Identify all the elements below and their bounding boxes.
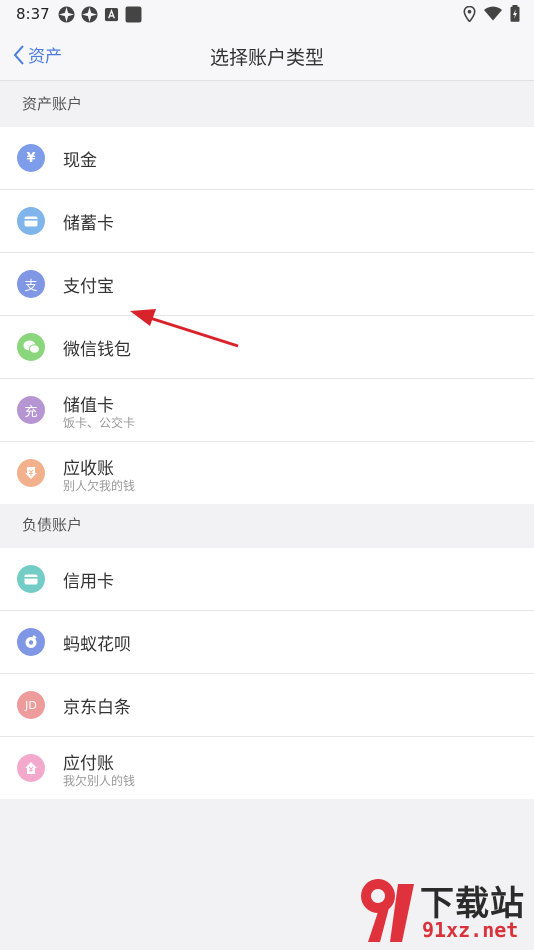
account-type-subtitle: 别人欠我的钱 <box>63 479 136 493</box>
asset-account-list: ¥ 现金 储蓄卡 支 支付宝 微信钱包 充 储值卡 饭卡、公交卡 应收账 别人欠… <box>0 127 534 504</box>
account-type-receivable[interactable]: 应收账 别人欠我的钱 <box>0 442 534 504</box>
huabei-icon <box>17 628 45 656</box>
account-type-huabei[interactable]: 蚂蚁花呗 <box>0 611 534 674</box>
card-icon <box>17 207 45 235</box>
liability-account-list: 信用卡 蚂蚁花呗 JD 京东白条 应付账 我欠别人的钱 <box>0 548 534 799</box>
account-type-title: 信用卡 <box>63 572 114 592</box>
credit-card-icon <box>17 565 45 593</box>
account-type-title: 现金 <box>63 151 97 171</box>
account-type-jd-baitiao[interactable]: JD 京东白条 <box>0 674 534 737</box>
recharge-icon: 充 <box>17 396 45 424</box>
account-type-title: 应付账 <box>63 754 114 774</box>
wechat-icon <box>17 333 45 361</box>
account-type-title: 应收账 <box>63 459 114 479</box>
payable-icon <box>17 754 45 782</box>
watermark-domain: 91xz.net <box>422 918 519 942</box>
account-type-title: 微信钱包 <box>63 340 131 360</box>
status-bar: 8:37 <box>0 0 534 28</box>
system-icons <box>463 5 520 22</box>
account-type-title: 支付宝 <box>63 277 114 297</box>
account-type-title: 储蓄卡 <box>63 214 114 234</box>
section-header-assets: 资产账户 <box>22 95 83 113</box>
recharge-glyph: 充 <box>24 404 38 420</box>
account-type-subtitle: 我欠别人的钱 <box>63 774 136 788</box>
alipay-icon: 支 <box>17 270 45 298</box>
watermark: 下载站 91xz.net <box>358 876 528 946</box>
receivable-icon <box>17 459 45 487</box>
account-type-subtitle: 饭卡、公交卡 <box>63 416 136 430</box>
account-type-title: 京东白条 <box>63 698 131 718</box>
battery-charging-icon <box>510 5 520 22</box>
status-time: 8:37 <box>16 5 50 23</box>
account-type-title: 储值卡 <box>63 396 114 416</box>
jd-icon: JD <box>17 691 45 719</box>
aperture-icon <box>81 6 98 23</box>
account-type-alipay[interactable]: 支 支付宝 <box>0 253 534 316</box>
account-type-title: 蚂蚁花呗 <box>63 635 131 655</box>
account-type-cash[interactable]: ¥ 现金 <box>0 127 534 190</box>
notification-icons <box>58 6 142 23</box>
aperture-icon <box>58 6 75 23</box>
page-title: 选择账户类型 <box>209 47 324 69</box>
account-type-payable[interactable]: 应付账 我欠别人的钱 <box>0 737 534 799</box>
watermark-logo-icon <box>361 879 414 942</box>
location-icon <box>463 5 476 22</box>
account-type-debit-card[interactable]: 储蓄卡 <box>0 190 534 253</box>
account-type-wechat-wallet[interactable]: 微信钱包 <box>0 316 534 379</box>
wifi-icon <box>484 6 502 21</box>
account-type-credit-card[interactable]: 信用卡 <box>0 548 534 611</box>
navigation-bar: 资产 选择账户类型 <box>0 28 534 81</box>
alipay-glyph: 支 <box>24 278 38 294</box>
jd-glyph: JD <box>25 698 37 712</box>
square-app-icon <box>125 6 142 23</box>
font-app-icon <box>104 7 119 22</box>
section-header-liabilities: 负债账户 <box>22 516 83 534</box>
yen-icon: ¥ <box>17 144 45 172</box>
account-type-stored-value-card[interactable]: 充 储值卡 饭卡、公交卡 <box>0 379 534 442</box>
